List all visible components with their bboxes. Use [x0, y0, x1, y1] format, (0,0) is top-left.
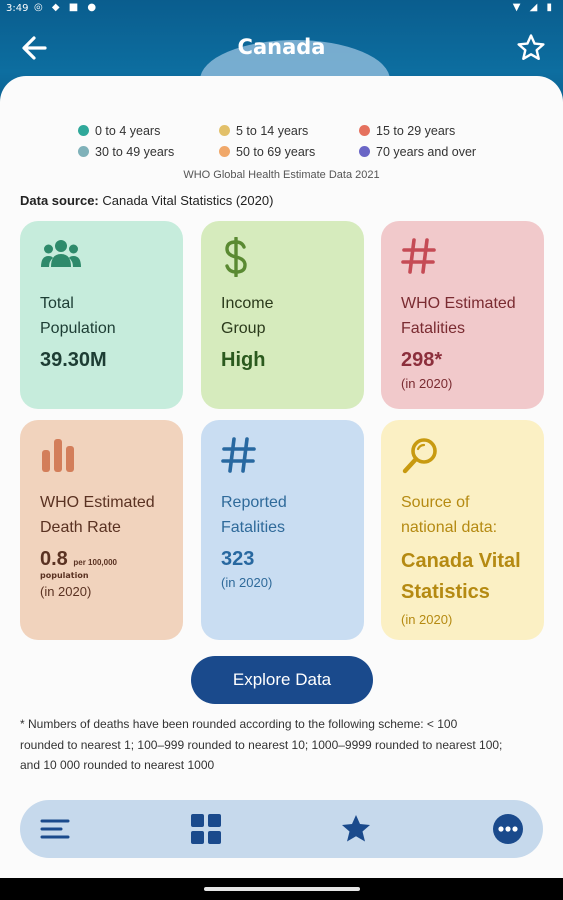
legend-label: 70 years and over [376, 145, 477, 159]
legend-item: 5 to 14 years [219, 124, 308, 138]
rounding-footnote: * Numbers of deaths have been rounded ac… [20, 717, 503, 772]
legend-item: 15 to 29 years [359, 124, 455, 138]
population-value: 39.30M [40, 349, 107, 371]
national-source-value: Canada Vital Statistics [401, 550, 521, 603]
legend-label: 15 to 29 years [376, 124, 456, 138]
status-bar: 3:49 ◎ ◆ ■ ● ▼ ◢ ▮ [0, 0, 563, 18]
income-card[interactable]: Income Group High [201, 221, 364, 409]
legend-dot [359, 146, 370, 157]
more-icon [493, 814, 523, 844]
status-time: 3:49 [6, 3, 29, 14]
data-source: Data source: Canada Vital Statistics (20… [20, 193, 273, 208]
who-fatalities-card[interactable]: WHO Estimated Fatalities 298* (in 2020) [381, 221, 544, 409]
nav-dashboard[interactable] [190, 813, 222, 845]
legend-item: 0 to 4 years [78, 124, 160, 138]
notification-icons: ◎ ◆ ■ ● [34, 2, 100, 13]
card-label: WHO Estimated Death Rate [40, 494, 155, 536]
page-title: Canada [237, 35, 326, 59]
star-outline-icon [517, 34, 545, 60]
income-value: High [221, 349, 266, 371]
system-icons: ▼ ◢ ▮ [512, 2, 555, 13]
death-rate-unit: per 100,000 [73, 558, 117, 567]
legend-label: 50 to 69 years [236, 145, 316, 159]
national-source-card[interactable]: Source of national data: Canada Vital Stat… [381, 420, 544, 640]
card-label: Total Population [40, 295, 116, 337]
magnifier-icon [401, 436, 524, 476]
data-source-label: Data source: [20, 193, 99, 208]
year-note: (in 2020) [401, 612, 453, 627]
card-label: Income Group [221, 295, 274, 337]
grid-icon [191, 814, 221, 844]
star-icon [342, 815, 370, 842]
reported-fatalities-value: 323 [221, 548, 255, 570]
nav-more[interactable] [492, 813, 524, 845]
explore-data-button[interactable]: Explore Data [191, 656, 373, 704]
legend-item: 30 to 49 years [78, 145, 174, 159]
card-label: Reported Fatalities [221, 494, 287, 536]
legend-item: 70 years and over [359, 145, 476, 159]
dollar-icon [221, 236, 344, 278]
app-bar: Canada [0, 28, 563, 68]
legend-caption: WHO Global Health Estimate Data 2021 [183, 169, 380, 181]
legend-dot [78, 146, 89, 157]
data-source-value: Canada Vital Statistics (2020) [102, 193, 274, 208]
card-label: WHO Estimated Fatalities [401, 295, 516, 337]
death-rate-unit-line2: population [40, 571, 89, 580]
year-note: (in 2020) [40, 584, 92, 599]
hash-icon [221, 436, 344, 476]
nav-menu[interactable] [39, 813, 71, 845]
bottom-nav [20, 800, 543, 858]
legend-dot [78, 125, 89, 136]
reported-fatalities-card[interactable]: Reported Fatalities 323 (in 2020) [201, 420, 364, 640]
favorite-button[interactable] [515, 32, 547, 64]
year-note: (in 2020) [221, 575, 273, 590]
death-rate-value: 0.8 per 100,000 [40, 548, 117, 570]
nav-favorites[interactable] [340, 813, 372, 845]
death-rate-card[interactable]: WHO Estimated Death Rate 0.8 per 100,000 … [20, 420, 183, 640]
card-label: Source of national data: [401, 494, 498, 536]
year-note: (in 2020) [401, 376, 453, 391]
who-fatalities-value: 298* [401, 349, 443, 371]
population-card[interactable]: Total Population 39.30M [20, 221, 183, 409]
legend-label: 5 to 14 years [236, 124, 309, 138]
bar-chart-icon [40, 436, 163, 476]
legend-label: 0 to 4 years [95, 124, 161, 138]
people-icon [40, 237, 163, 277]
menu-icon [40, 819, 70, 839]
legend-dot [219, 146, 230, 157]
legend-dot [219, 125, 230, 136]
legend-dot [359, 125, 370, 136]
gesture-handle[interactable] [204, 887, 360, 891]
legend-label: 30 to 49 years [95, 145, 175, 159]
hash-icon [401, 237, 524, 277]
legend-item: 50 to 69 years [219, 145, 315, 159]
